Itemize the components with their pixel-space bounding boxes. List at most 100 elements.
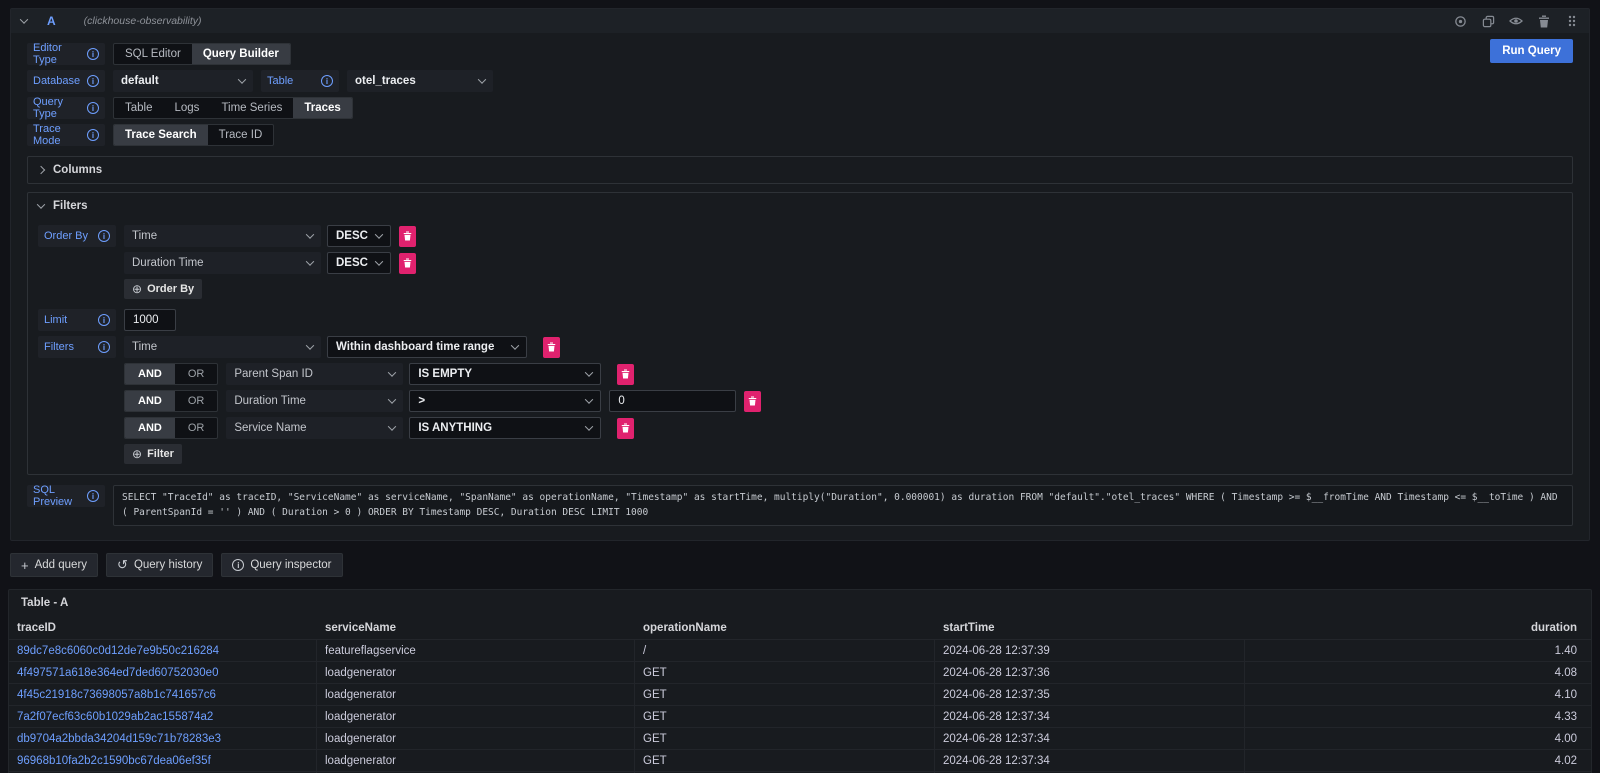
order-by-direction-select[interactable]: DESC (327, 225, 391, 247)
editor-type-toggle: SQL Editor Query Builder (113, 43, 291, 65)
query-type-toggle: Table Logs Time Series Traces (113, 97, 353, 119)
eye-icon[interactable] (1509, 14, 1523, 28)
duration-cell: 4.08 (1245, 662, 1591, 683)
trace-mode-option-trace-id[interactable]: Trace ID (208, 125, 274, 145)
columns-section-header[interactable]: Columns (28, 157, 1572, 183)
trace-id-link[interactable]: 4f45c21918c73698057a8b1c741657c6 (9, 684, 317, 705)
trace-id-link[interactable]: db9704a2bbda34204d159c71b78283e3 (9, 728, 317, 749)
info-icon[interactable]: i (87, 490, 99, 502)
or-option[interactable]: OR (175, 364, 218, 384)
trace-id-link[interactable]: 89dc7e8c6060c0d12de7e9b50c216284 (9, 640, 317, 661)
order-by-direction-select[interactable]: DESC (327, 252, 391, 274)
limit-label: Limit i (38, 309, 116, 331)
column-header-traceid[interactable]: traceID (9, 616, 317, 640)
column-header-starttime[interactable]: startTime (935, 616, 1245, 640)
filter-field-select[interactable]: Time (124, 336, 321, 358)
remove-filter-button[interactable] (744, 391, 761, 412)
chevron-down-icon (388, 368, 396, 376)
database-select[interactable]: default (113, 70, 253, 92)
query-inspector-button[interactable]: i Query inspector (221, 553, 342, 577)
trace-id-link[interactable]: 7a2f07ecf63c60b1029ab2ac155874a2 (9, 706, 317, 727)
and-option[interactable]: AND (125, 391, 175, 411)
chevron-down-icon (585, 395, 593, 403)
operation-name-cell: GET (635, 662, 935, 683)
duration-cell: 4.00 (1245, 728, 1591, 749)
column-header-operationname[interactable]: operationName (635, 616, 935, 640)
limit-input[interactable] (124, 309, 176, 331)
trash-icon[interactable] (1537, 14, 1551, 28)
duplicate-icon[interactable] (1481, 14, 1495, 28)
filter-operator-select[interactable]: IS ANYTHING (409, 417, 601, 439)
table-select[interactable]: otel_traces (347, 70, 493, 92)
query-history-button[interactable]: ↺ Query history (106, 553, 213, 577)
and-option[interactable]: AND (125, 418, 175, 438)
columns-section: Columns (27, 156, 1573, 184)
chevron-down-icon (585, 422, 593, 430)
and-option[interactable]: AND (125, 364, 175, 384)
query-type-option-table[interactable]: Table (114, 98, 164, 118)
filters-section-header[interactable]: Filters (28, 193, 1572, 219)
editor-type-option-query-builder[interactable]: Query Builder (192, 44, 290, 64)
datasource-name: (clickhouse-observability) (84, 15, 202, 27)
remove-order-by-button[interactable] (399, 253, 416, 274)
info-icon[interactable]: i (87, 48, 99, 60)
drag-handle-icon[interactable] (1565, 14, 1579, 28)
service-name-cell: loadgenerator (317, 684, 635, 705)
results-table: traceID serviceName operationName startT… (9, 616, 1591, 773)
filter-operator-select[interactable]: IS EMPTY (409, 363, 601, 385)
filter-field-select[interactable]: Parent Span ID (226, 363, 403, 385)
info-icon[interactable]: i (98, 230, 110, 242)
record-circle-icon[interactable] (1453, 14, 1467, 28)
column-header-duration[interactable]: duration (1245, 616, 1591, 640)
remove-order-by-button[interactable] (399, 226, 416, 247)
sql-preview-text: SELECT "TraceId" as traceID, "ServiceNam… (113, 485, 1573, 526)
filter-field-select[interactable]: Service Name (226, 417, 403, 439)
info-icon[interactable]: i (87, 75, 99, 87)
or-option[interactable]: OR (175, 418, 218, 438)
filter-operator-select[interactable]: > (409, 390, 601, 412)
bool-operator-toggle: AND OR (124, 417, 218, 439)
order-by-field-select[interactable]: Time (124, 225, 321, 247)
query-footer-actions: + Add query ↺ Query history i Query insp… (10, 553, 1590, 577)
add-order-by-button[interactable]: ⊕ Order By (124, 279, 202, 299)
start-time-cell: 2024-06-28 12:37:39 (935, 640, 1245, 661)
chevron-down-icon (585, 368, 593, 376)
info-icon[interactable]: i (98, 314, 110, 326)
info-icon[interactable]: i (87, 129, 99, 141)
start-time-cell: 2024-06-28 12:37:34 (935, 706, 1245, 727)
column-header-servicename[interactable]: serviceName (317, 616, 635, 640)
remove-filter-button[interactable] (617, 418, 634, 439)
trace-id-link[interactable]: 96968b10fa2b2c1590bc67dea06ef35f (9, 750, 317, 771)
info-icon[interactable]: i (87, 102, 99, 114)
run-query-button[interactable]: Run Query (1490, 39, 1573, 63)
chevron-down-icon (388, 395, 396, 403)
filter-value-input[interactable] (609, 390, 736, 412)
query-type-option-logs[interactable]: Logs (164, 98, 211, 118)
trace-id-link[interactable]: 4f497571a618e364ed7ded60752030e0 (9, 662, 317, 683)
editor-type-option-sql-editor[interactable]: SQL Editor (114, 44, 192, 64)
service-name-cell: loadgenerator (317, 728, 635, 749)
trace-mode-option-trace-search[interactable]: Trace Search (114, 125, 208, 145)
filter-field-select[interactable]: Duration Time (226, 390, 403, 412)
remove-filter-button[interactable] (617, 364, 634, 385)
query-type-option-traces[interactable]: Traces (293, 98, 351, 118)
table-row: 7a2f07ecf63c60b1029ab2ac155874a2loadgene… (9, 706, 1591, 728)
chevron-down-icon (306, 341, 314, 349)
info-icon[interactable]: i (98, 341, 110, 353)
filter-operator-select[interactable]: Within dashboard time range (327, 336, 527, 358)
remove-filter-button[interactable] (543, 337, 560, 358)
trace-mode-label: Trace Mode i (27, 124, 105, 146)
panel-title[interactable]: Table - A (9, 590, 1591, 616)
query-row-header[interactable]: A (clickhouse-observability) (11, 9, 1589, 33)
add-query-button[interactable]: + Add query (10, 553, 98, 577)
sql-preview-label: SQL Preview i (27, 485, 105, 507)
query-type-option-time-series[interactable]: Time Series (210, 98, 293, 118)
chevron-down-icon (511, 341, 519, 349)
info-icon[interactable]: i (321, 75, 333, 87)
operation-name-cell: GET (635, 706, 935, 727)
order-by-field-select[interactable]: Duration Time (124, 252, 321, 274)
operation-name-cell: GET (635, 684, 935, 705)
chevron-down-icon[interactable] (20, 15, 28, 23)
or-option[interactable]: OR (175, 391, 218, 411)
add-filter-button[interactable]: ⊕ Filter (124, 444, 182, 464)
